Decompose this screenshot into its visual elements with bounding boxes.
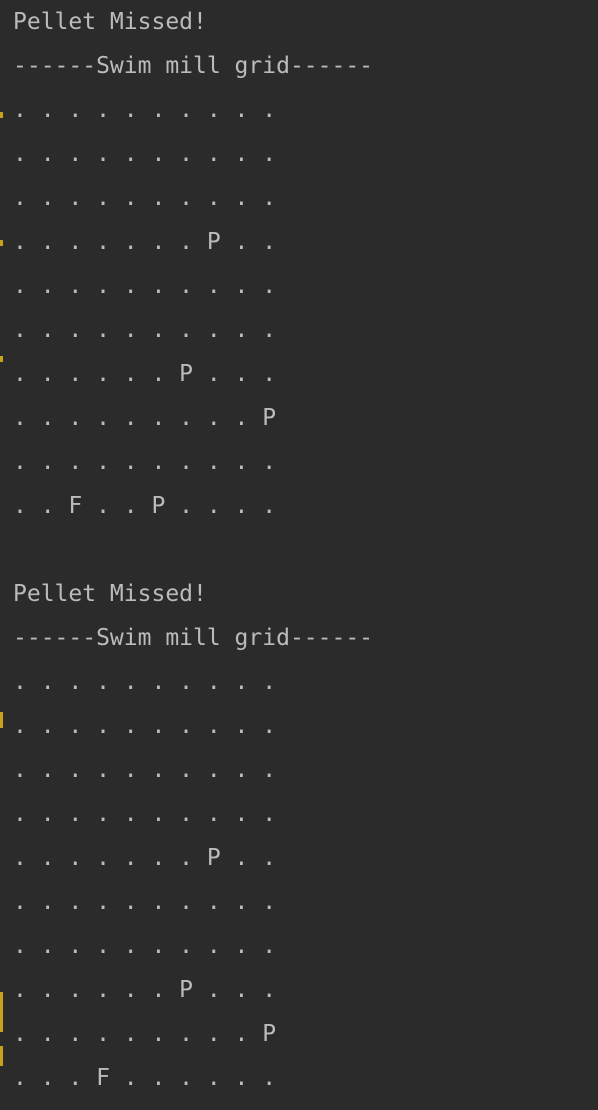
gutter-marker — [0, 992, 3, 1032]
grid-row: . . . . . . . . . . — [13, 669, 277, 695]
grid-row: . . F . . P . . . . — [13, 493, 277, 519]
grid-row: . . . . . . . P . . — [13, 845, 277, 871]
grid-row: . . . . . . . . . . — [13, 449, 277, 475]
grid-row: . . . F . . . . . . — [13, 1065, 277, 1091]
grid-row: . . . . . . . . . . — [13, 933, 277, 959]
grid-header: ------Swim mill grid------ — [13, 53, 374, 79]
grid-row: . . . . . . P . . . — [13, 361, 277, 387]
grid-row: . . . . . . . . . . — [13, 273, 277, 299]
grid-header: ------Swim mill grid------ — [13, 625, 374, 651]
grid-row: . . . . . . . . . P — [13, 405, 277, 431]
gutter-marker — [0, 356, 3, 362]
gutter-marker — [0, 712, 3, 728]
status-message: Pellet Missed! — [13, 581, 207, 607]
console-output[interactable]: Pellet Missed! ------Swim mill grid------… — [0, 0, 598, 1110]
grid-row: . . . . . . . P . . — [13, 229, 277, 255]
console-lines: Pellet Missed! ------Swim mill grid------… — [13, 0, 598, 1100]
grid-row: . . . . . . . . . . — [13, 317, 277, 343]
grid-row: . . . . . . P . . . — [13, 977, 277, 1003]
grid-row: . . . . . . . . . . — [13, 713, 277, 739]
status-message: Pellet Missed! — [13, 9, 207, 35]
gutter-marker — [0, 112, 3, 118]
gutter-marker — [0, 1046, 3, 1066]
grid-row: . . . . . . . . . P — [13, 1021, 277, 1047]
grid-row: . . . . . . . . . . — [13, 141, 277, 167]
grid-row: . . . . . . . . . . — [13, 801, 277, 827]
grid-row: . . . . . . . . . . — [13, 185, 277, 211]
gutter-marker — [0, 240, 3, 246]
grid-row: . . . . . . . . . . — [13, 889, 277, 915]
grid-row: . . . . . . . . . . — [13, 757, 277, 783]
grid-row: . . . . . . . . . . — [13, 97, 277, 123]
